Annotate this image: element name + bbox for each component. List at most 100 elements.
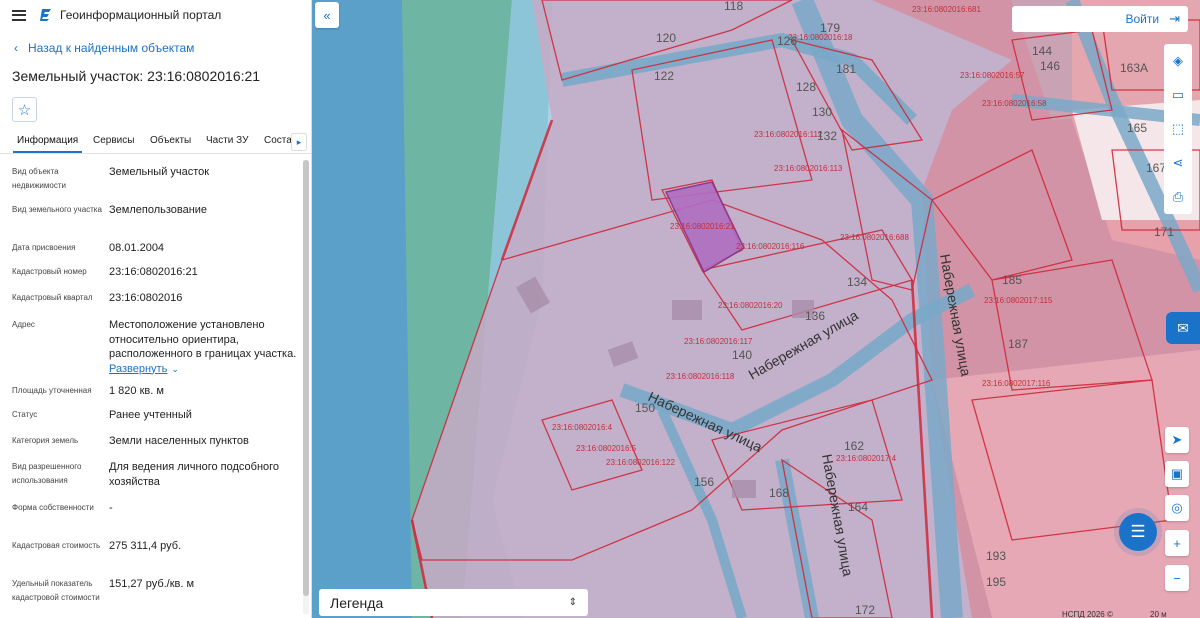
map-scale: 20 м: [1150, 610, 1167, 618]
property-value: 23:16:0802016: [109, 292, 183, 304]
minus-icon: −: [1173, 570, 1181, 586]
parcel-label: 23:16:0802016:118: [666, 372, 735, 381]
collapse-panel-button[interactable]: «: [315, 2, 339, 28]
property-label: Кадастровый номер: [12, 267, 87, 276]
property-label: Вид земельного участка: [12, 205, 102, 214]
menu-icon[interactable]: [12, 9, 26, 21]
parcel-label: 23:16:0802016:112: [754, 130, 823, 139]
house-number: 144: [1032, 44, 1052, 58]
property-label: Форма собственности: [12, 503, 94, 512]
property-value: Земли населенных пунктов: [109, 435, 249, 447]
up-down-chevron-icon: ⇕: [568, 597, 577, 608]
zoom-out-button[interactable]: −: [1165, 565, 1189, 591]
parcel-label: 23:16:0802016:116: [736, 242, 805, 251]
print-icon[interactable]: ⎙: [1173, 189, 1183, 205]
house-number: 193: [986, 549, 1006, 563]
parcel-label: 23:16:0802016:58: [982, 99, 1047, 108]
plus-icon: +: [1173, 535, 1181, 551]
parcel-label: 23:16:0802017:115: [984, 296, 1053, 305]
parcel-label: 23:16:0802016:57: [960, 71, 1025, 80]
house-number: 130: [812, 105, 832, 119]
tab-composition[interactable]: Соста: [264, 135, 292, 146]
property-label: Дата присвоения: [12, 243, 76, 252]
zoom-in-button[interactable]: +: [1165, 530, 1189, 556]
house-number: 171: [1154, 225, 1174, 239]
chevron-down-icon: ⌄: [171, 363, 179, 374]
property-value: Землепользование: [109, 204, 208, 216]
house-number: 195: [986, 575, 1006, 589]
property-value: 23:16:0802016:21: [109, 266, 198, 278]
map-toolbar: ◈ ▭ ⬚ ⋖ ⎙: [1164, 44, 1192, 214]
property-value: 275 311,4 руб.: [109, 540, 182, 552]
house-number: 118: [724, 0, 743, 13]
favorite-button[interactable]: ☆: [12, 97, 37, 122]
map-attribution: НСПД 2026 ©: [1062, 610, 1113, 618]
back-link-label: Назад к найденным объектам: [28, 41, 195, 55]
expand-address-button[interactable]: Развернуть ⌄: [109, 362, 299, 377]
basemap-button[interactable]: ▣: [1165, 461, 1189, 487]
tab-bar: Информация Сервисы Объекты Части ЗУ Сост…: [0, 132, 311, 154]
parcel-label: 23:16:0802016:21: [670, 222, 735, 231]
house-number: 179: [820, 21, 840, 35]
house-number: 181: [836, 62, 856, 76]
tab-information[interactable]: Информация: [12, 135, 83, 153]
parcel-label: 23:16:0802016:681: [912, 5, 982, 14]
login-button[interactable]: Войти ⇥: [1012, 6, 1188, 32]
house-number: 168: [769, 486, 789, 500]
portal-logo-icon: [40, 9, 51, 21]
chat-bot-tab-button[interactable]: ✉: [1166, 312, 1200, 344]
info-panel: Геоинформационный портал ‹ Назад к найде…: [0, 0, 312, 618]
house-number: 146: [1040, 59, 1060, 73]
basemap-icon: ▣: [1170, 466, 1184, 481]
chat-icon: ☰: [1130, 522, 1146, 541]
property-label: Вид объекта недвижимости: [12, 167, 66, 190]
scrollbar-thumb[interactable]: [303, 160, 309, 596]
legend-label: Легенда: [330, 594, 384, 611]
parcel-label: 23:16:0802016:117: [684, 337, 753, 346]
house-number: 128: [796, 80, 816, 94]
property-label: Вид разрешенного использования: [12, 462, 82, 485]
tab-services[interactable]: Сервисы: [93, 135, 134, 146]
house-number: 134: [847, 275, 867, 289]
back-to-results-link[interactable]: ‹ Назад к найденным объектам: [14, 41, 311, 55]
property-label: Кадастровый квартал: [12, 293, 93, 302]
house-number: 136: [805, 309, 825, 323]
panel-scrollbar[interactable]: [303, 160, 309, 614]
tab-parcel-parts[interactable]: Части ЗУ: [206, 135, 248, 146]
property-value: -: [109, 502, 113, 514]
property-label: Удельный показатель кадастровой стоимост…: [12, 579, 100, 602]
layers-icon[interactable]: ◈: [1173, 53, 1183, 69]
login-label: Войти: [1125, 12, 1160, 26]
geolocation-icon: ◎: [1171, 500, 1183, 515]
map-canvas[interactable]: Набережная улица Набережная улица Набере…: [312, 0, 1200, 618]
legend-select[interactable]: Легенда ⇕: [319, 589, 588, 616]
login-icon: ⇥: [1169, 11, 1180, 26]
geolocation-button[interactable]: ◎: [1165, 495, 1189, 521]
parcel-label: 23:16:0802016:20: [718, 301, 783, 310]
house-number: 156: [694, 475, 714, 489]
address-text: Местоположение установлено относительно …: [109, 319, 297, 360]
share-icon[interactable]: ⋖: [1173, 155, 1184, 171]
area-select-icon[interactable]: ⬚: [1172, 121, 1184, 137]
tab-objects[interactable]: Объекты: [150, 135, 191, 146]
property-label: Адрес: [12, 320, 35, 329]
ruler-icon[interactable]: ▭: [1172, 87, 1184, 103]
locate-button[interactable]: ➤: [1165, 427, 1189, 453]
page-title: Земельный участок: 23:16:0802016:21: [12, 68, 261, 84]
property-value: 08.01.2004: [109, 242, 165, 254]
map-view[interactable]: Набережная улица Набережная улица Набере…: [312, 0, 1200, 618]
tabs-scroll-right-button[interactable]: ▸: [291, 133, 307, 151]
parcel-label: 23:16:0802016:122: [606, 458, 676, 467]
parcel-label: 23:16:0802017:116: [982, 379, 1051, 388]
house-number: 187: [1008, 337, 1028, 351]
parcel-label: 23:16:0802016:688: [840, 233, 910, 242]
property-label: Площадь уточненная: [12, 386, 92, 395]
property-value: Местоположение установлено относительно …: [109, 318, 299, 376]
house-number: 120: [656, 31, 676, 45]
header-bar: Геоинформационный портал: [0, 0, 311, 30]
expand-label: Развернуть: [109, 362, 168, 375]
property-value: Ранее учтенный: [109, 409, 192, 421]
house-number: 185: [1002, 273, 1022, 287]
chat-button[interactable]: ☰: [1119, 513, 1157, 551]
property-label: Категория земель: [12, 436, 79, 445]
